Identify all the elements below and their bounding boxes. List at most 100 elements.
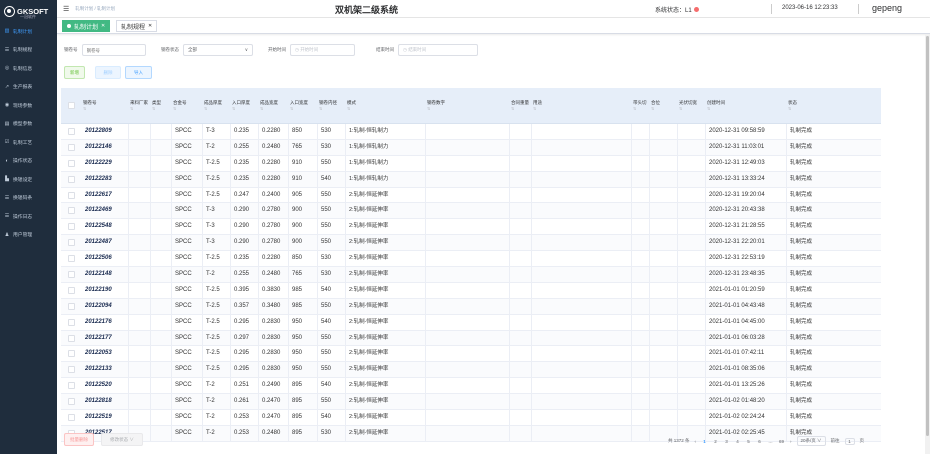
sidebar-item[interactable]: ◐ 操作状态 bbox=[0, 152, 57, 171]
table-row[interactable]: 20122469 SPCC T-3 0.290 0.2780 900 550 2:轧制-恒延伸… bbox=[61, 203, 881, 220]
sort-icon[interactable]: ⇅ bbox=[232, 106, 258, 112]
sidebar-item[interactable]: ◉ 现场参数 bbox=[0, 96, 57, 115]
sort-icon[interactable]: ⇅ bbox=[260, 106, 288, 112]
row-checkbox[interactable] bbox=[68, 159, 75, 167]
row-checkbox[interactable] bbox=[68, 334, 75, 342]
select-all-checkbox[interactable] bbox=[68, 102, 75, 109]
tab-rolling-schedule[interactable]: 轧制规程 ✕ bbox=[116, 20, 158, 32]
sort-icon[interactable]: ⇅ bbox=[679, 106, 705, 112]
page-number[interactable]: 69 bbox=[778, 439, 785, 444]
sort-icon[interactable]: ⇅ bbox=[651, 106, 677, 112]
row-checkbox[interactable] bbox=[68, 255, 75, 263]
state-select[interactable]: 全部 ∨ bbox=[183, 44, 253, 56]
column-header[interactable]: 钢卷数字 ⇅ bbox=[427, 88, 509, 124]
column-header[interactable]: 成品宽度 ⇅ bbox=[260, 88, 288, 124]
sort-icon[interactable]: ⇅ bbox=[427, 106, 509, 112]
column-header[interactable]: 钢卷号 ⇅ bbox=[83, 88, 128, 124]
column-header[interactable]: 用途 ⇅ bbox=[533, 88, 631, 124]
page-size-select[interactable]: 20条/页 ∨ bbox=[796, 436, 826, 446]
column-header[interactable]: 创建时间 ⇅ bbox=[707, 88, 785, 124]
scrollbar[interactable] bbox=[925, 34, 930, 454]
sort-icon[interactable]: ⇅ bbox=[707, 106, 785, 112]
hamburger-icon[interactable]: ☰ bbox=[63, 5, 69, 13]
new-button[interactable]: 新增 bbox=[64, 66, 85, 79]
column-header[interactable]: 状态 ⇅ bbox=[788, 88, 878, 124]
row-checkbox[interactable] bbox=[68, 223, 75, 231]
table-row[interactable]: 20122133 SPCC T-2.5 0.295 0.2830 950 550 2:轧制-恒… bbox=[61, 362, 881, 379]
row-checkbox[interactable] bbox=[68, 350, 75, 358]
column-header[interactable]: 入口宽度 ⇅ bbox=[290, 88, 317, 124]
column-header[interactable]: 合同重量 ⇅ bbox=[511, 88, 531, 124]
row-checkbox[interactable] bbox=[68, 398, 75, 406]
coil-input[interactable] bbox=[81, 44, 146, 56]
row-checkbox[interactable] bbox=[68, 128, 75, 135]
table-row[interactable]: 20122094 SPCC T-2.5 0.357 0.3480 985 550 2:轧制-恒… bbox=[61, 298, 881, 315]
sidebar-item[interactable]: ◎ 轧制信息 bbox=[0, 59, 57, 78]
sort-icon[interactable]: ⇅ bbox=[173, 106, 203, 112]
table-row[interactable]: 20122818 SPCC T-2 0.261 0.2470 895 550 2:轧制-恒延伸… bbox=[61, 394, 881, 411]
table-row[interactable]: 20122617 SPCC T-2.5 0.247 0.2400 905 550 2:轧制-恒… bbox=[61, 187, 881, 204]
delete-button[interactable]: 删除 bbox=[95, 66, 121, 79]
sort-icon[interactable]: ⇅ bbox=[347, 106, 425, 112]
scrollbar-thumb[interactable] bbox=[926, 36, 929, 436]
import-button[interactable]: 导入 bbox=[125, 66, 152, 79]
row-checkbox[interactable] bbox=[68, 207, 75, 215]
sort-icon[interactable]: ⇅ bbox=[633, 106, 649, 112]
sort-icon[interactable]: ⇅ bbox=[152, 106, 172, 112]
sidebar-item[interactable]: ▙ 换辊设定 bbox=[0, 170, 57, 189]
row-checkbox[interactable] bbox=[68, 366, 75, 374]
table-row[interactable]: 20122190 SPCC T-2.5 0.395 0.3830 985 540 2:轧制-恒… bbox=[61, 282, 881, 299]
table-row[interactable]: 20122520 SPCC T-2 0.251 0.2490 895 540 2:轧制-恒延伸… bbox=[61, 378, 881, 395]
sort-icon[interactable]: ⇅ bbox=[788, 106, 878, 112]
table-row[interactable]: 20122519 SPCC T-2 0.253 0.2470 895 540 2:轧制-恒延伸… bbox=[61, 410, 881, 426]
column-header[interactable]: 光伏切宽 ⇅ bbox=[679, 88, 705, 124]
sidebar-item[interactable]: ☑ 轧制工艺 bbox=[0, 133, 57, 152]
row-checkbox[interactable] bbox=[68, 239, 75, 247]
page-number[interactable]: 3 bbox=[723, 439, 730, 444]
page-number[interactable]: 2 bbox=[712, 439, 719, 444]
column-header[interactable]: 钢卷内径 ⇅ bbox=[319, 88, 345, 124]
start-time-input[interactable]: ◷ 开始时间 bbox=[290, 44, 355, 56]
goto-input[interactable]: 1 bbox=[844, 437, 855, 445]
table-row[interactable]: 20122548 SPCC T-3 0.290 0.2780 900 550 2:轧制-恒延伸… bbox=[61, 219, 881, 236]
column-header[interactable]: 入口厚度 ⇅ bbox=[232, 88, 258, 124]
row-checkbox[interactable] bbox=[68, 175, 75, 183]
table-row[interactable]: 20122487 SPCC T-3 0.290 0.2780 900 550 2:轧制-恒延伸… bbox=[61, 235, 881, 252]
row-checkbox[interactable] bbox=[68, 382, 75, 390]
sidebar-item[interactable]: ↗ 生产报表 bbox=[0, 78, 57, 97]
row-checkbox[interactable] bbox=[68, 302, 75, 310]
batch-delete-button[interactable]: 批量删除 bbox=[64, 433, 94, 446]
end-time-input[interactable]: ◷ 结束时间 bbox=[398, 44, 478, 56]
sidebar-item[interactable]: ☰ 操作日志 bbox=[0, 207, 57, 226]
sidebar-item[interactable]: ☰ 换辊码条 bbox=[0, 189, 57, 208]
table-row[interactable]: 20122177 SPCC T-2.5 0.297 0.2830 950 550 2:轧制-恒… bbox=[61, 330, 881, 347]
table-row[interactable]: 20122229 SPCC T-2.5 0.235 0.2280 910 550 1:轧制-恒… bbox=[61, 155, 881, 172]
column-header[interactable]: 合金号 ⇅ bbox=[173, 88, 203, 124]
sidebar-item[interactable]: ☰ 轧制规程 bbox=[0, 41, 57, 60]
table-row[interactable]: 20122283 SPCC T-2.5 0.235 0.2280 910 540 1:轧制-恒… bbox=[61, 171, 881, 188]
close-icon[interactable]: ✕ bbox=[148, 23, 152, 29]
column-header[interactable]: 成品厚度 ⇅ bbox=[204, 88, 230, 124]
column-header[interactable]: 带头切 ⇅ bbox=[633, 88, 649, 124]
sort-icon[interactable]: ⇅ bbox=[319, 106, 345, 112]
column-header[interactable]: 模式 ⇅ bbox=[347, 88, 425, 124]
page-number[interactable]: … bbox=[767, 439, 774, 444]
close-icon[interactable]: ✕ bbox=[101, 23, 105, 29]
sort-icon[interactable]: ⇅ bbox=[511, 106, 531, 112]
row-checkbox[interactable] bbox=[68, 318, 75, 326]
row-checkbox[interactable] bbox=[68, 271, 75, 279]
tab-rolling-plan[interactable]: 轧制计划 ✕ bbox=[62, 20, 111, 32]
batch-status-button[interactable]: 修改状态 ∨ bbox=[101, 433, 143, 446]
sort-icon[interactable]: ⇅ bbox=[290, 106, 317, 112]
prev-page-icon[interactable]: ‹ bbox=[695, 439, 697, 444]
table-row[interactable]: 20122506 SPCC T-2.5 0.235 0.2280 850 530 2:轧制-恒… bbox=[61, 251, 881, 268]
row-checkbox[interactable] bbox=[68, 286, 75, 294]
table-row[interactable]: 20122148 SPCC T-2 0.255 0.2480 765 530 2:轧制-恒延伸… bbox=[61, 267, 881, 283]
sort-icon[interactable]: ⇅ bbox=[83, 106, 128, 112]
page-number[interactable]: 4 bbox=[734, 439, 741, 444]
column-header[interactable]: 合位 ⇅ bbox=[651, 88, 677, 124]
column-header[interactable]: 类型 ⇅ bbox=[152, 88, 172, 124]
row-checkbox[interactable] bbox=[68, 143, 75, 151]
page-number[interactable]: 1 bbox=[701, 439, 708, 444]
table-row[interactable]: 20122146 SPCC T-2 0.255 0.2480 765 530 1:轧制-恒轧制… bbox=[61, 139, 881, 156]
